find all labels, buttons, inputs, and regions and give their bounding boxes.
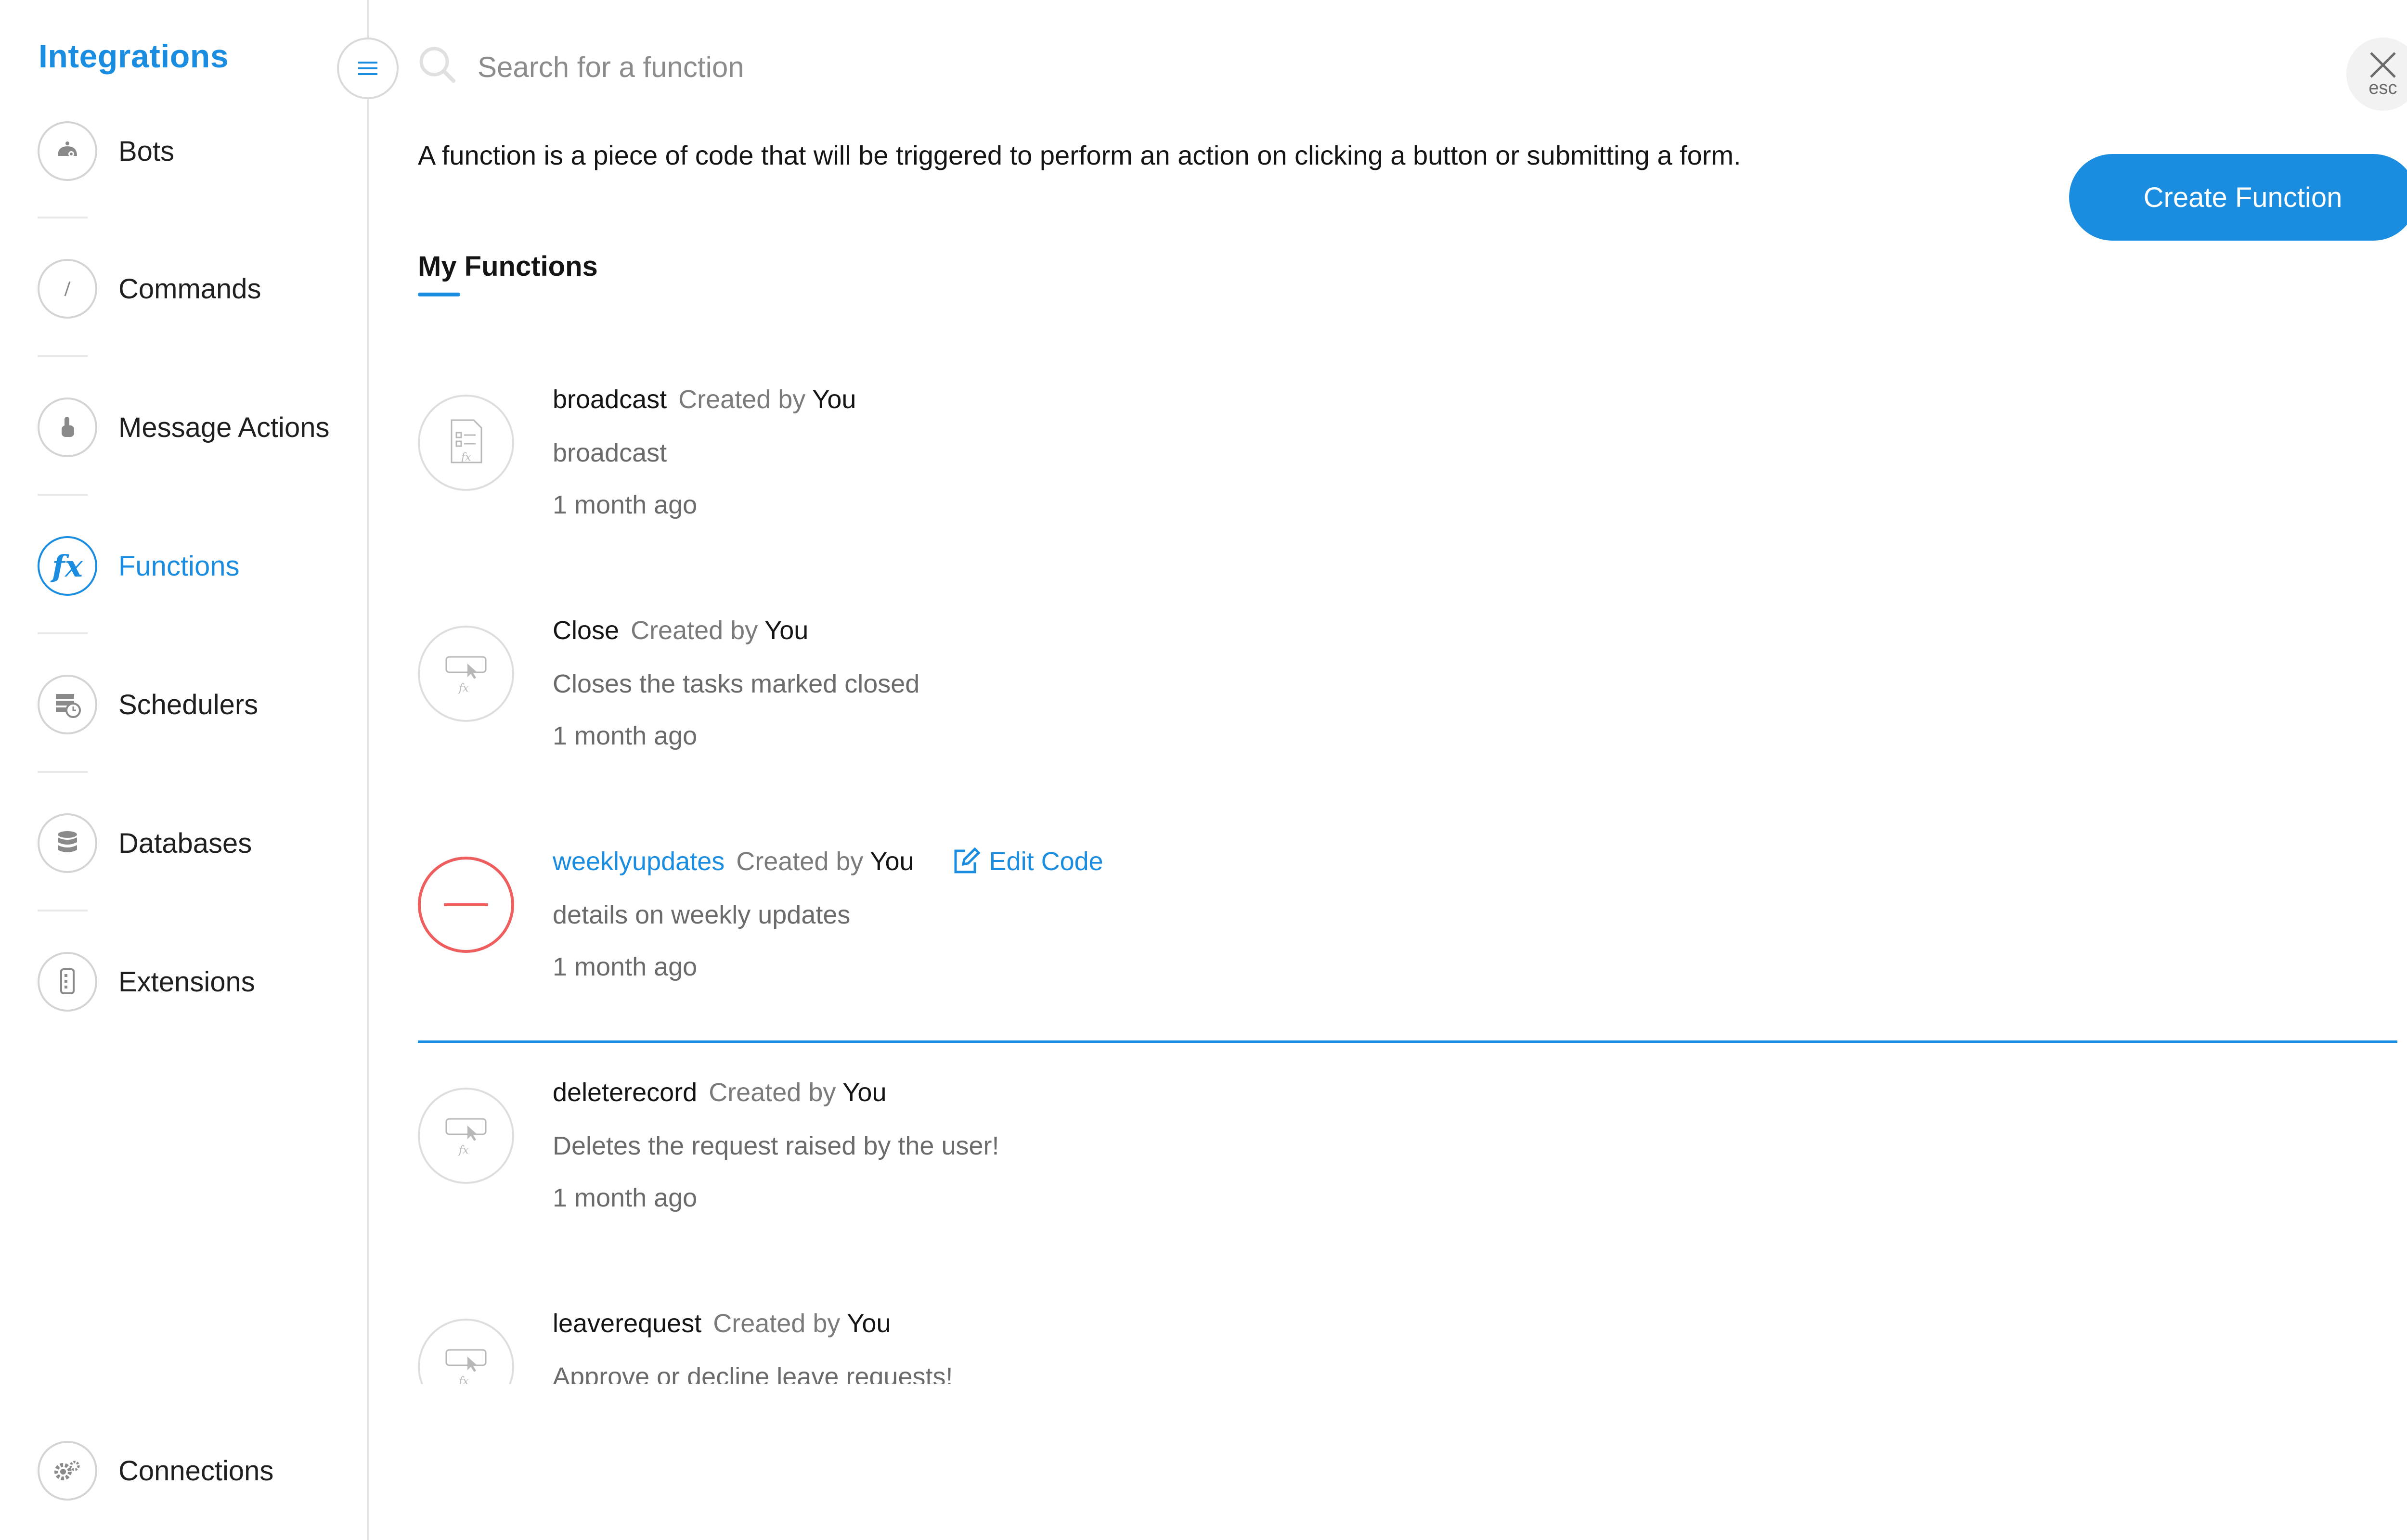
- menu-toggle-button[interactable]: [337, 38, 399, 99]
- function-list: fx broadcast Created by You broadcast 1 …: [414, 337, 2407, 1384]
- function-description: details on weekly updates: [553, 900, 851, 929]
- creator-name: You: [812, 385, 856, 414]
- sidebar-item-functions[interactable]: fx Functions: [38, 534, 346, 598]
- sidebar-item-label: Connections: [118, 1455, 274, 1487]
- list-item[interactable]: weeklyupdates Created by You Edit Code d…: [418, 837, 2397, 1040]
- button-function-icon: fx: [418, 1319, 514, 1384]
- sidebar-title: Integrations: [39, 38, 229, 75]
- sidebar-item-bots[interactable]: Bots: [38, 119, 346, 183]
- search-input[interactable]: [477, 42, 2212, 91]
- list-item[interactable]: fx deleterecord Created by You Deletes t…: [418, 1068, 2397, 1270]
- sidebar-item-schedulers[interactable]: Schedulers: [38, 673, 346, 736]
- function-timestamp: 1 month ago: [553, 721, 698, 750]
- button-function-icon: fx: [418, 1088, 514, 1184]
- button-function-icon: fx: [418, 626, 514, 722]
- list-item[interactable]: fx Close Created by You Closes the tasks…: [418, 606, 2397, 808]
- sidebar-item-label: Commands: [118, 273, 261, 305]
- intro-text: A function is a piece of code that will …: [418, 140, 1741, 170]
- hamburger-icon: [358, 62, 377, 75]
- function-timestamp: 1 month ago: [553, 490, 698, 519]
- sidebar-item-label: Databases: [118, 827, 252, 859]
- edit-icon: [954, 847, 981, 873]
- divider: [38, 771, 88, 773]
- created-by-label: Created by: [713, 1309, 841, 1338]
- created-by-label: Created by: [631, 616, 758, 645]
- search-icon: [419, 47, 455, 83]
- created-by-label: Created by: [709, 1078, 836, 1107]
- sidebar-item-databases[interactable]: Databases: [38, 811, 346, 875]
- function-timestamp: 1 month ago: [553, 1183, 698, 1212]
- sidebar-item-label: Message Actions: [118, 411, 330, 443]
- sidebar: Integrations Bots Commands Message Actio…: [0, 0, 369, 1540]
- divider: [38, 355, 88, 357]
- remove-icon[interactable]: [418, 857, 514, 953]
- svg-text:fx: fx: [458, 682, 469, 694]
- close-button[interactable]: esc: [2346, 38, 2407, 111]
- divider: [38, 632, 88, 634]
- close-icon: [2370, 51, 2396, 78]
- list-item[interactable]: fx leaverequest Created by You Approve o…: [418, 1299, 2397, 1384]
- gear-icon: [38, 1441, 97, 1501]
- function-name: Close: [553, 616, 620, 645]
- sidebar-item-connections[interactable]: Connections: [38, 1439, 346, 1502]
- function-description: broadcast: [553, 438, 667, 467]
- function-description: Closes the tasks marked closed: [553, 669, 920, 698]
- sidebar-item-label: Schedulers: [118, 689, 259, 720]
- esc-label: esc: [2368, 77, 2397, 98]
- function-icon: fx: [38, 536, 97, 596]
- sidebar-item-label: Functions: [118, 550, 240, 582]
- form-function-icon: fx: [418, 395, 514, 491]
- database-icon: [38, 813, 97, 873]
- svg-text:fx: fx: [458, 1144, 469, 1156]
- hover-row-divider: [418, 1040, 2397, 1043]
- hand-pointer-icon: [38, 398, 97, 457]
- created-by-label: Created by: [736, 847, 864, 876]
- creator-name: You: [847, 1309, 891, 1338]
- sidebar-item-extensions[interactable]: Extensions: [38, 950, 346, 1014]
- function-name: leaverequest: [553, 1309, 702, 1338]
- bot-icon: [38, 121, 97, 181]
- creator-name: You: [764, 616, 809, 645]
- function-name: broadcast: [553, 385, 667, 414]
- extension-icon: [38, 952, 97, 1012]
- divider: [38, 217, 88, 218]
- created-by-label: Created by: [678, 385, 806, 414]
- sidebar-item-label: Extensions: [118, 966, 255, 998]
- function-name[interactable]: weeklyupdates: [553, 847, 725, 876]
- function-description: Approve or decline leave requests!: [553, 1362, 953, 1384]
- creator-name: You: [870, 847, 914, 876]
- tab-my-functions[interactable]: My Functions: [418, 250, 598, 282]
- svg-text:fx: fx: [458, 1375, 469, 1384]
- tab-active-indicator: [418, 293, 460, 296]
- sidebar-item-label: Bots: [118, 135, 175, 167]
- creator-name: You: [842, 1078, 887, 1107]
- list-item[interactable]: fx broadcast Created by You broadcast 1 …: [418, 375, 2397, 578]
- sidebar-item-commands[interactable]: Commands: [38, 257, 346, 321]
- edit-code-label: Edit Code: [989, 847, 1103, 876]
- slash-icon: [38, 259, 97, 319]
- edit-code-button[interactable]: Edit Code: [952, 847, 1103, 876]
- function-description: Deletes the request raised by the user!: [553, 1131, 999, 1160]
- function-name: deleterecord: [553, 1078, 698, 1107]
- divider: [38, 910, 88, 911]
- function-timestamp: 1 month ago: [553, 952, 698, 981]
- svg-text:fx: fx: [460, 451, 471, 463]
- scheduler-icon: [38, 675, 97, 734]
- sidebar-item-message-actions[interactable]: Message Actions: [38, 396, 346, 459]
- divider: [38, 494, 88, 496]
- create-function-button[interactable]: Create Function: [2069, 154, 2407, 241]
